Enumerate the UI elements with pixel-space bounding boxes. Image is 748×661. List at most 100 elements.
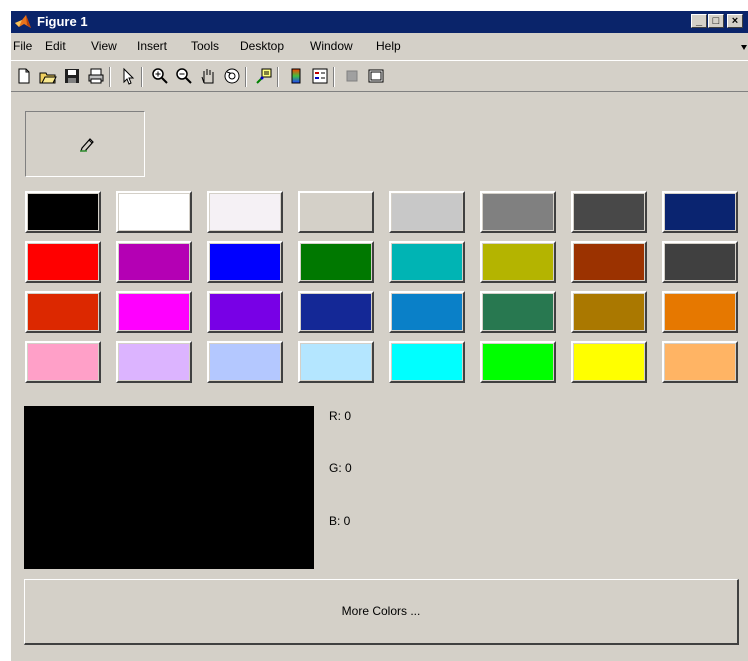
color-swatch[interactable] — [389, 241, 465, 283]
swatch-color-fill — [392, 344, 462, 380]
minimize-button[interactable]: _ — [691, 14, 707, 28]
swatch-color-fill — [392, 194, 462, 230]
menu-view[interactable]: View — [91, 39, 117, 53]
color-swatch[interactable] — [662, 291, 738, 333]
swatch-color-fill — [574, 194, 644, 230]
show-plot-tools-icon[interactable] — [367, 67, 385, 85]
data-cursor-icon[interactable] — [255, 67, 273, 85]
legend-icon[interactable] — [311, 67, 329, 85]
swatch-color-fill — [665, 294, 735, 330]
color-swatch[interactable] — [662, 341, 738, 383]
color-swatch[interactable] — [480, 341, 556, 383]
zoom-out-icon[interactable] — [175, 67, 193, 85]
menu-overflow-arrow-icon[interactable] — [741, 45, 747, 51]
toolbar-separator — [333, 67, 335, 87]
toolbar-separator — [245, 67, 247, 87]
color-swatch[interactable] — [298, 191, 374, 233]
swatch-color-fill — [210, 294, 280, 330]
color-swatch[interactable] — [298, 341, 374, 383]
color-swatch[interactable] — [116, 241, 192, 283]
swatch-color-fill — [28, 344, 98, 380]
swatch-color-fill — [574, 344, 644, 380]
more-colors-label: More Colors ... — [341, 604, 421, 618]
new-file-icon[interactable] — [15, 67, 33, 85]
color-swatch[interactable] — [480, 241, 556, 283]
color-swatch[interactable] — [25, 241, 101, 283]
close-button[interactable]: × — [727, 14, 743, 28]
menu-edit[interactable]: Edit — [45, 39, 66, 53]
swatch-color-fill — [483, 344, 553, 380]
menu-insert[interactable]: Insert — [137, 39, 167, 53]
menu-desktop[interactable]: Desktop — [240, 39, 284, 53]
toolbar-separator — [109, 67, 111, 87]
color-swatch[interactable] — [389, 341, 465, 383]
swatch-color-fill — [210, 344, 280, 380]
color-swatch[interactable] — [571, 241, 647, 283]
menu-help[interactable]: Help — [376, 39, 401, 53]
color-preview — [24, 406, 314, 569]
color-swatch[interactable] — [389, 191, 465, 233]
swatch-color-fill — [665, 344, 735, 380]
title-bar[interactable]: Figure 1 _ □ × — [11, 11, 748, 33]
color-swatch[interactable] — [116, 291, 192, 333]
swatch-color-fill — [574, 244, 644, 280]
swatch-color-fill — [483, 244, 553, 280]
color-swatch[interactable] — [298, 291, 374, 333]
swatch-color-fill — [119, 294, 189, 330]
colorbar-icon[interactable] — [287, 67, 305, 85]
color-swatch[interactable] — [298, 241, 374, 283]
swatch-color-fill — [301, 194, 371, 230]
swatch-color-fill — [301, 344, 371, 380]
color-swatch[interactable] — [389, 291, 465, 333]
open-folder-icon[interactable] — [39, 67, 57, 85]
color-swatch[interactable] — [116, 341, 192, 383]
color-swatch[interactable] — [662, 241, 738, 283]
menu-bar: File Edit View Insert Tools Desktop Window Help — [11, 35, 748, 57]
color-swatch[interactable] — [207, 291, 283, 333]
swatch-color-fill — [210, 194, 280, 230]
toolbar-separator — [277, 67, 279, 87]
color-swatch[interactable] — [480, 191, 556, 233]
pencil-icon — [80, 138, 94, 152]
toolbar-separator — [141, 67, 143, 87]
swatch-color-fill — [119, 244, 189, 280]
maximize-button[interactable]: □ — [708, 14, 724, 28]
swatch-color-fill — [574, 294, 644, 330]
pointer-icon[interactable] — [119, 67, 137, 85]
color-swatch[interactable] — [662, 191, 738, 233]
swatch-color-fill — [301, 294, 371, 330]
pan-hand-icon[interactable] — [199, 67, 217, 85]
swatch-color-fill — [392, 294, 462, 330]
color-swatch[interactable] — [25, 291, 101, 333]
blue-value: B: 0 — [329, 514, 351, 528]
swatch-color-fill — [483, 194, 553, 230]
color-swatch[interactable] — [480, 291, 556, 333]
swatch-color-fill — [28, 194, 98, 230]
matlab-logo-icon — [15, 15, 31, 28]
print-icon[interactable] — [87, 67, 105, 85]
swatch-color-fill — [119, 194, 189, 230]
color-swatch[interactable] — [571, 341, 647, 383]
more-colors-button[interactable]: More Colors ... — [24, 579, 739, 645]
menu-file[interactable]: File — [13, 39, 32, 53]
swatch-color-fill — [665, 244, 735, 280]
red-value: R: 0 — [329, 409, 352, 423]
menu-tools[interactable]: Tools — [191, 39, 219, 53]
swatch-color-fill — [28, 294, 98, 330]
color-swatch[interactable] — [25, 341, 101, 383]
color-swatch[interactable] — [207, 341, 283, 383]
color-swatch[interactable] — [116, 191, 192, 233]
color-swatch[interactable] — [571, 191, 647, 233]
zoom-in-icon[interactable] — [151, 67, 169, 85]
menu-window[interactable]: Window — [310, 39, 353, 53]
hide-plot-tools-icon[interactable] — [343, 67, 361, 85]
color-swatch[interactable] — [207, 191, 283, 233]
color-swatch[interactable] — [571, 291, 647, 333]
edit-color-button[interactable] — [25, 111, 145, 177]
green-value: G: 0 — [329, 461, 352, 475]
color-swatch[interactable] — [207, 241, 283, 283]
swatch-color-fill — [665, 194, 735, 230]
color-swatch[interactable] — [25, 191, 101, 233]
save-icon[interactable] — [63, 67, 81, 85]
rotate-3d-icon[interactable] — [223, 67, 241, 85]
